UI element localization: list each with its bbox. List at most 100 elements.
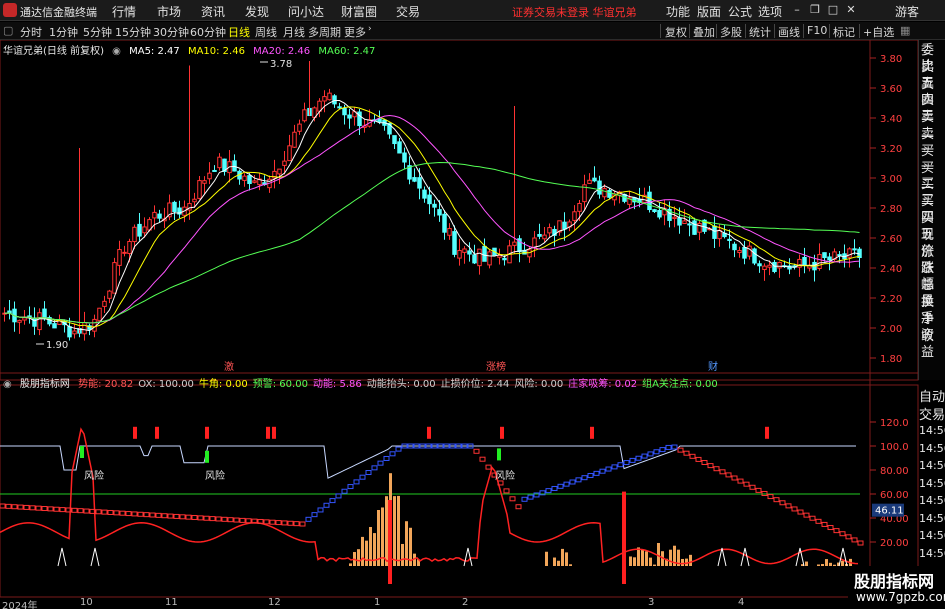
toolbar-f10[interactable]: F10 bbox=[807, 24, 827, 37]
indicator-legend-item: 动能: 5.86 bbox=[312, 379, 362, 390]
accumulation-bar bbox=[817, 564, 820, 566]
eye-icon-2[interactable]: ◉ bbox=[3, 379, 12, 390]
period-multi[interactable]: 多周期 bbox=[308, 24, 341, 40]
ma5-line bbox=[4, 100, 860, 332]
toolbar-biaoji[interactable]: 标记 bbox=[833, 24, 855, 40]
trend-box bbox=[623, 460, 630, 466]
price-tick-label: 3.20 bbox=[880, 144, 902, 155]
indicator-current-value: 46.11 bbox=[875, 506, 904, 517]
trend-box bbox=[575, 477, 582, 483]
candle-body bbox=[202, 180, 207, 184]
candle-body bbox=[737, 250, 742, 254]
trend-box bbox=[611, 464, 618, 470]
trend-box bbox=[209, 516, 216, 522]
trend-box bbox=[521, 496, 528, 502]
trend-box bbox=[629, 457, 636, 463]
period-60min[interactable]: 60分钟 bbox=[190, 24, 226, 40]
candle-body bbox=[472, 254, 477, 264]
trend-box bbox=[335, 493, 342, 499]
period-more[interactable]: 更多 bbox=[344, 24, 366, 40]
period-30min[interactable]: 30分钟 bbox=[153, 24, 189, 40]
candle-body bbox=[607, 190, 612, 198]
toolbar-tongji[interactable]: 统计 bbox=[749, 24, 771, 40]
menu-jiaoyi[interactable]: 交易 bbox=[396, 3, 420, 20]
candle-body bbox=[752, 248, 757, 264]
candle-body bbox=[122, 251, 127, 254]
legend-ma10: MA10: 2.46 bbox=[187, 46, 245, 57]
kline-chart[interactable]: 风险 风险 风险 3.80 3.60 3.40 3.20 3.00 2.80 2.60 2.40 2… bbox=[0, 40, 945, 609]
trend-box bbox=[371, 465, 378, 471]
tick-time: 14:56 bbox=[919, 441, 945, 455]
trend-box bbox=[377, 460, 384, 466]
trend-box bbox=[743, 481, 750, 487]
menu-banmian[interactable]: 版面 bbox=[697, 3, 721, 20]
toolbar-zixuan[interactable]: +自选 bbox=[863, 24, 894, 40]
period-1min[interactable]: 1分钟 bbox=[49, 24, 78, 40]
period-fenshi[interactable]: 分时 bbox=[20, 24, 42, 40]
minimize-icon[interactable]: – bbox=[790, 3, 804, 17]
login-warning[interactable]: 证券交易未登录 华谊兄弟 bbox=[512, 4, 637, 20]
tick-time: 14:56 bbox=[919, 511, 945, 525]
restore-icon[interactable]: ❐ bbox=[808, 3, 822, 17]
menu-gongshi[interactable]: 公式 bbox=[728, 3, 752, 20]
menu-wenxiaoda[interactable]: 问小达 bbox=[288, 3, 324, 20]
eye-icon[interactable]: ◉ bbox=[112, 46, 121, 57]
toolbar-huaxian[interactable]: 画线 bbox=[778, 24, 800, 40]
period-15min[interactable]: 15分钟 bbox=[115, 24, 151, 40]
price-tick-label: 2.00 bbox=[880, 324, 902, 335]
menu-xuanxiang[interactable]: 选项 bbox=[758, 3, 782, 20]
candle-body bbox=[332, 95, 337, 105]
signal-bar bbox=[622, 491, 626, 584]
alert-mark bbox=[427, 426, 431, 439]
trend-box bbox=[659, 447, 666, 453]
trend-box bbox=[59, 507, 66, 513]
square-icon[interactable]: ▢ bbox=[3, 24, 13, 37]
menu-faxian[interactable]: 发现 bbox=[245, 3, 269, 20]
trend-box bbox=[161, 513, 168, 519]
period-weekly[interactable]: 周线 bbox=[255, 24, 277, 40]
menu-hangqing[interactable]: 行情 bbox=[112, 3, 136, 20]
alert-mark bbox=[155, 426, 159, 439]
trend-box bbox=[221, 516, 228, 522]
toolbar-duogu[interactable]: 多股 bbox=[720, 24, 742, 40]
period-monthly[interactable]: 月线 bbox=[283, 24, 305, 40]
candle-body bbox=[327, 92, 332, 101]
layout-icon[interactable]: ▦ bbox=[900, 24, 910, 37]
period-5min[interactable]: 5分钟 bbox=[83, 24, 112, 40]
period-daily[interactable]: 日线 bbox=[228, 24, 250, 40]
accumulation-bar bbox=[833, 564, 836, 566]
watermark-title: 股朋指标网 bbox=[854, 572, 935, 591]
accumulation-bar bbox=[553, 557, 556, 566]
candle-body bbox=[297, 123, 302, 132]
candle-body bbox=[687, 223, 692, 226]
quote-field-label[interactable]: 收益 bbox=[921, 329, 945, 361]
chevron-right-icon[interactable]: › bbox=[368, 24, 372, 34]
maximize-icon[interactable]: □ bbox=[826, 3, 840, 17]
menu-gongneng[interactable]: 功能 bbox=[666, 3, 690, 20]
price-tick-label: 2.60 bbox=[880, 234, 902, 245]
candle-body bbox=[117, 249, 122, 266]
ma10-line bbox=[4, 106, 860, 328]
menu-caifuquan[interactable]: 财富圈 bbox=[341, 3, 377, 20]
tick-time: 14:56 bbox=[919, 529, 945, 542]
indicator-tick-label: 60.00 bbox=[880, 490, 909, 501]
accumulation-bar bbox=[637, 547, 640, 566]
toolbar-diejia[interactable]: 叠加 bbox=[693, 24, 715, 40]
toolbar-fuquan[interactable]: 复权 bbox=[665, 24, 687, 40]
candle-body bbox=[137, 223, 142, 237]
menu-zixun[interactable]: 资讯 bbox=[201, 3, 225, 20]
accumulation-bar bbox=[569, 564, 572, 566]
guest-label[interactable]: 游客 bbox=[895, 3, 919, 20]
trend-box bbox=[5, 503, 12, 509]
period-bar: ▢ 分时 1分钟 5分钟 15分钟 30分钟 60分钟 日线 周线 月线 多周期… bbox=[0, 22, 945, 40]
indicator-legend-item: 止损价位: 2.44 bbox=[440, 379, 510, 390]
trend-box bbox=[137, 511, 144, 517]
close-icon[interactable]: ✕ bbox=[844, 3, 858, 17]
bull-horn-mark bbox=[463, 547, 473, 567]
menu-shichang[interactable]: 市场 bbox=[157, 3, 181, 20]
alert-mark bbox=[266, 426, 270, 439]
alert-mark bbox=[133, 426, 137, 439]
trend-box bbox=[653, 449, 660, 455]
trend-box bbox=[683, 450, 690, 456]
trend-box bbox=[515, 504, 522, 510]
